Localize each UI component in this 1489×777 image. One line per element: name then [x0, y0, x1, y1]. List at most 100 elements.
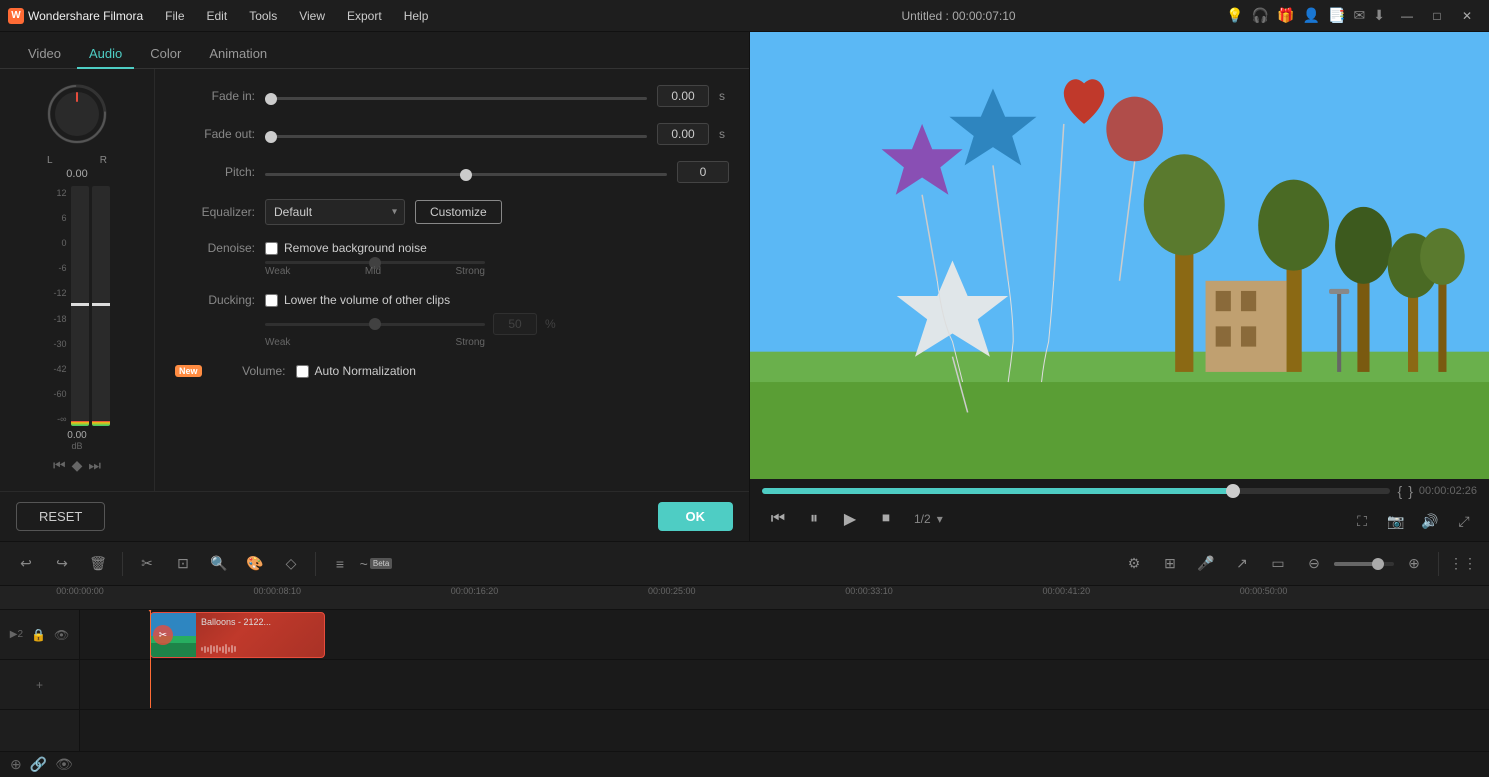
ruler-mark-1: 00:00:08:10 [253, 586, 301, 596]
pitch-value[interactable]: 0 [677, 161, 729, 183]
minimize-button[interactable]: — [1393, 6, 1421, 26]
track-lock-icon[interactable]: 🔒 [31, 628, 46, 642]
crop-button[interactable]: ⊡ [167, 548, 199, 580]
tab-color[interactable]: Color [138, 40, 193, 69]
panel-toggle-button[interactable]: ⋮⋮ [1447, 548, 1479, 580]
menu-help[interactable]: Help [394, 5, 439, 27]
undo-button[interactable]: ↩ [10, 548, 42, 580]
ducking-checkbox[interactable] [265, 294, 278, 307]
waveform-button[interactable]: ~Beta [360, 548, 392, 580]
reset-button[interactable]: RESET [16, 502, 105, 531]
next-frame-icon[interactable]: ⏭ [88, 457, 101, 474]
maximize-button[interactable]: □ [1423, 6, 1451, 26]
step-back-button[interactable]: ⏮ [762, 505, 794, 533]
video-preview [750, 32, 1489, 479]
ruler-mark-4: 00:00:33:10 [845, 586, 893, 596]
progress-fill [762, 488, 1233, 494]
stabilize-button[interactable]: ◇ [275, 548, 307, 580]
visibility-icon[interactable]: 👁 [55, 756, 73, 773]
out-point-button[interactable]: } [1408, 483, 1413, 499]
balloon-scene [750, 32, 1489, 479]
download-icon[interactable]: ⬇ [1373, 7, 1385, 24]
zoom-button[interactable]: 🔍 [203, 548, 235, 580]
audio-eq-button[interactable]: ≡ [324, 548, 356, 580]
progress-thumb[interactable] [1226, 484, 1240, 498]
menu-export[interactable]: Export [337, 5, 392, 27]
settings-button[interactable]: ⚙ [1118, 548, 1150, 580]
export-tool-button[interactable]: ↗ [1226, 548, 1258, 580]
fade-in-slider[interactable] [265, 97, 647, 100]
auto-norm-label[interactable]: Auto Normalization [296, 364, 416, 378]
ducking-unit: % [545, 317, 556, 331]
fullscreen-button[interactable]: ⤢ [1451, 508, 1477, 534]
in-point-button[interactable]: { [1398, 483, 1403, 499]
progress-track[interactable] [762, 488, 1390, 494]
bookmark-icon[interactable]: 📑 [1328, 7, 1345, 24]
equalizer-select[interactable]: Default Pop Rock Jazz [265, 199, 405, 225]
denoise-checkbox[interactable] [265, 242, 278, 255]
reset-meter-icon[interactable]: ◆ [72, 457, 83, 474]
track-eye-icon[interactable]: 👁 [54, 628, 69, 642]
pitch-slider[interactable] [265, 173, 667, 176]
menu-view[interactable]: View [289, 5, 335, 27]
color-button[interactable]: 🎨 [239, 548, 271, 580]
cut-button[interactable]: ✂ [131, 548, 163, 580]
play-pause-button[interactable]: ⏸ [798, 505, 830, 533]
track-header-2: + [0, 660, 79, 710]
play-button[interactable]: ▶ [834, 505, 866, 533]
track-header-1: ▶2 🔒 👁 [0, 610, 79, 660]
menu-edit[interactable]: Edit [197, 5, 238, 27]
snapshot-button[interactable]: 📷 [1383, 508, 1409, 534]
tab-animation[interactable]: Animation [197, 40, 279, 69]
redo-button[interactable]: ↪ [46, 548, 78, 580]
menu-file[interactable]: File [155, 5, 194, 27]
lightbulb-icon[interactable]: 💡 [1226, 7, 1243, 24]
titlebar: W Wondershare Filmora File Edit Tools Vi… [0, 0, 1489, 32]
prev-frame-icon[interactable]: ⏮ [53, 457, 66, 474]
track-1-icon[interactable]: ▶2 [10, 629, 23, 640]
add-track-icon[interactable]: ⊕ [10, 756, 22, 773]
mic-button[interactable]: 🎤 [1190, 548, 1222, 580]
tab-video[interactable]: Video [16, 40, 73, 69]
fade-out-value[interactable]: 0.00 [657, 123, 709, 145]
user-icon[interactable]: 👤 [1303, 7, 1320, 24]
fade-in-value[interactable]: 0.00 [657, 85, 709, 107]
mail-icon[interactable]: ✉ [1354, 7, 1366, 24]
page-down-arrow[interactable]: ▾ [937, 512, 943, 526]
meter-right [92, 186, 110, 426]
fade-out-slider[interactable] [265, 135, 647, 138]
logo-icon: W [8, 8, 24, 24]
stop-button[interactable]: ⏹ [870, 505, 902, 533]
ruler-marks-container: 00:00:00:00 00:00:08:10 00:00:16:20 00:0… [80, 586, 1489, 609]
close-button[interactable]: ✕ [1453, 6, 1481, 26]
screen-size-button[interactable]: ⛶ [1349, 508, 1375, 534]
delete-button[interactable]: 🗑 [82, 548, 114, 580]
customize-button[interactable]: Customize [415, 200, 502, 224]
toolbar-separator-3 [1438, 552, 1439, 576]
fit-button[interactable]: ⊞ [1154, 548, 1186, 580]
auto-norm-checkbox[interactable] [296, 365, 309, 378]
zoom-out-button[interactable]: ⊖ [1298, 548, 1330, 580]
fade-out-unit: s [719, 127, 729, 141]
gift-icon[interactable]: 🎁 [1277, 7, 1294, 24]
audio-track [80, 660, 1489, 710]
volume-button[interactable]: 🔊 [1417, 508, 1443, 534]
denoise-checkbox-label[interactable]: Remove background noise [265, 241, 427, 255]
ducking-checkbox-label[interactable]: Lower the volume of other clips [265, 293, 450, 307]
zoom-slider[interactable] [1334, 562, 1394, 566]
ok-button[interactable]: OK [658, 502, 734, 531]
ducking-slider-section: 50 % Weak Strong [265, 313, 729, 348]
track-content[interactable]: ✂ Balloons - 2122... [80, 610, 1489, 751]
track-add-icon[interactable]: + [36, 678, 43, 692]
track-button[interactable]: ▭ [1262, 548, 1294, 580]
pan-knob[interactable] [42, 79, 112, 149]
video-clip[interactable]: ✂ Balloons - 2122... [150, 612, 325, 658]
tab-audio[interactable]: Audio [77, 40, 134, 69]
menu-tools[interactable]: Tools [239, 5, 287, 27]
zoom-in-button[interactable]: ⊕ [1398, 548, 1430, 580]
link-icon[interactable]: 🔗 [30, 756, 47, 773]
auto-norm-text: Auto Normalization [315, 364, 416, 378]
playhead-line [150, 610, 151, 708]
fade-out-slider-container [265, 127, 647, 141]
headphones-icon[interactable]: 🎧 [1252, 7, 1269, 24]
